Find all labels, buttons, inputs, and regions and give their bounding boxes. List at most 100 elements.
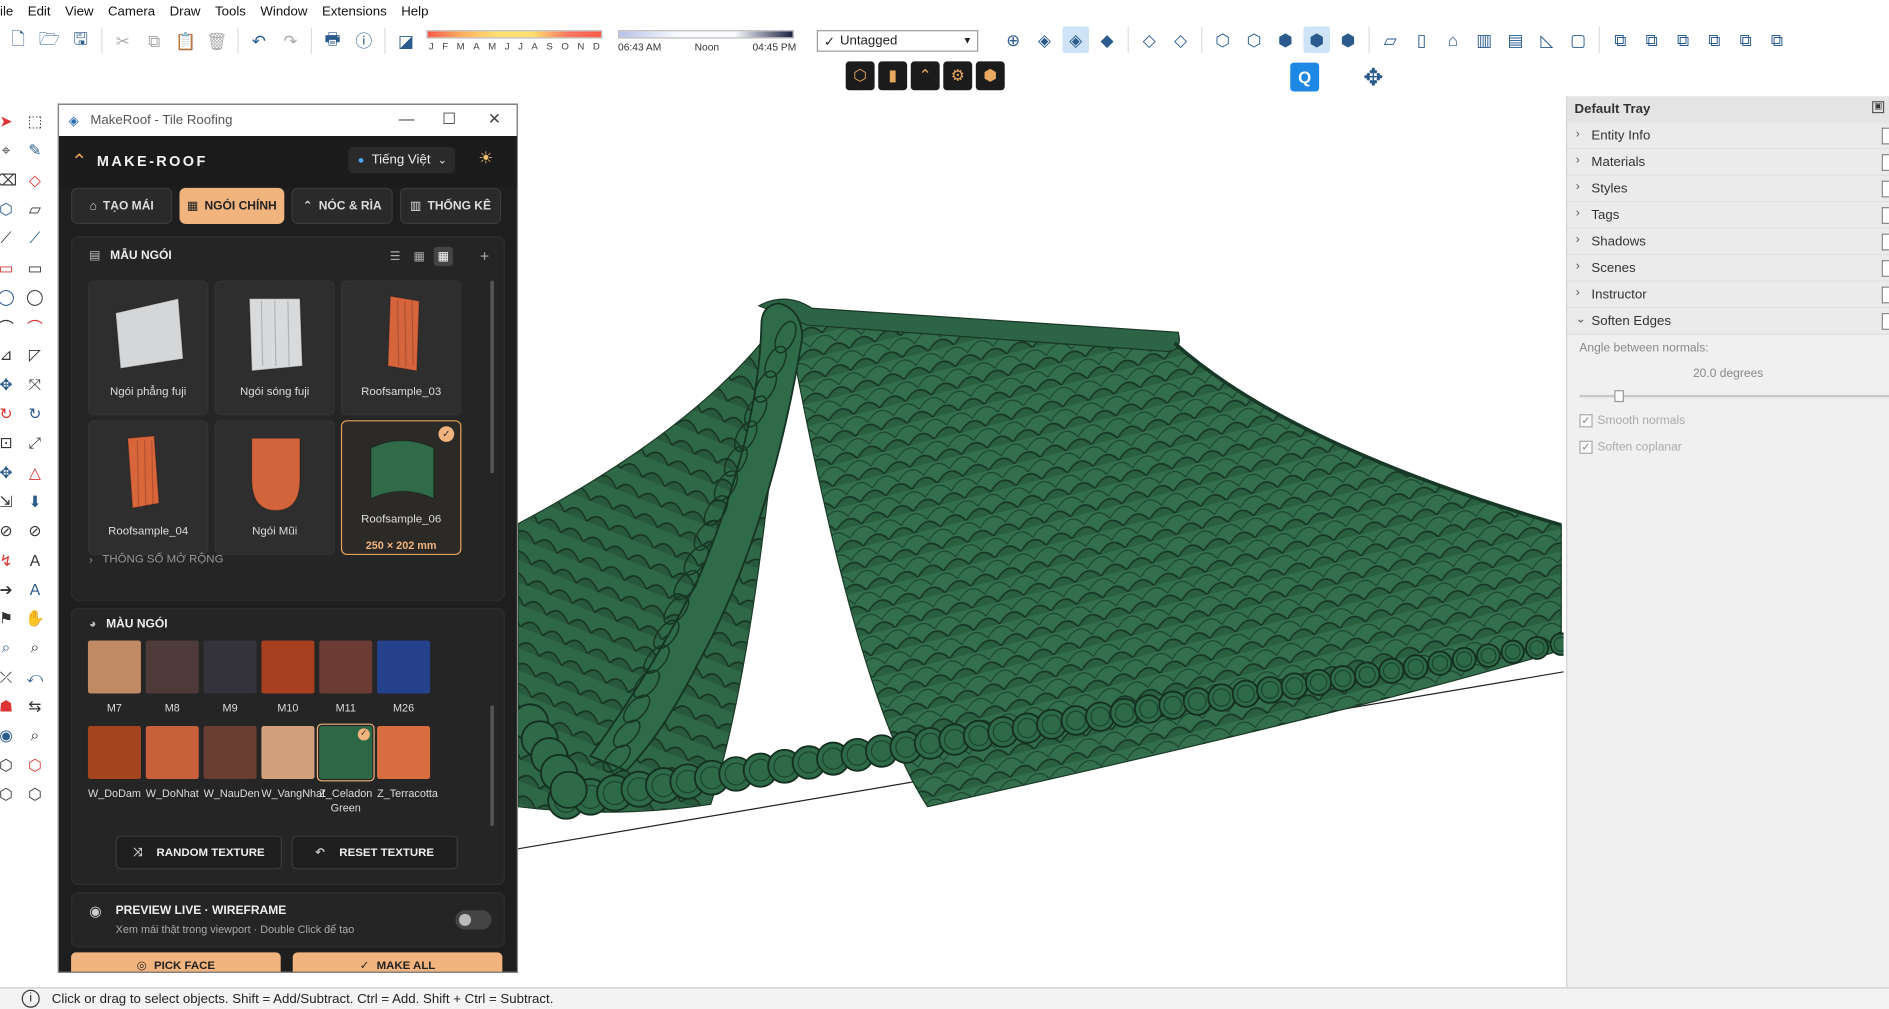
color-swatch-item[interactable]: W_DoNhat <box>145 726 199 811</box>
undo-icon[interactable]: ↶ <box>246 28 273 54</box>
menu-item-camera[interactable]: Camera <box>101 4 163 18</box>
new-file-icon[interactable]: 🗋 <box>5 28 32 54</box>
paste-icon[interactable]: 📋 <box>172 28 199 54</box>
tool-icon[interactable]: ⤫ <box>0 667 17 689</box>
month-slider[interactable]: JFMAMJJASOND <box>426 30 603 54</box>
copy-icon[interactable]: ⧉ <box>141 28 168 54</box>
tool-icon[interactable]: ⬡ <box>0 784 17 806</box>
tool-icon[interactable]: ◸ <box>24 345 46 367</box>
tool-icon[interactable]: ⊘ <box>0 520 17 542</box>
tool-icon[interactable]: ⤺ <box>24 667 46 689</box>
tool-icon[interactable]: ⌫ <box>0 169 17 191</box>
info-icon[interactable]: i <box>21 989 40 1008</box>
tool-icon[interactable]: A <box>24 550 46 572</box>
soften-coplanar-checkbox[interactable]: ✓ Soften coplanar <box>1579 440 1877 454</box>
color-swatch-item[interactable]: M10 <box>261 640 315 726</box>
tool-icon[interactable]: ◯ <box>24 286 46 308</box>
random-texture-button[interactable]: ⤨ RANDOM TEXTURE <box>115 835 282 870</box>
menu-item-edit[interactable]: Edit <box>20 4 57 18</box>
tray-section-tags[interactable]: › Tags <box>1567 202 1889 229</box>
tray-section-scenes[interactable]: › Scenes <box>1567 255 1889 282</box>
color-swatch[interactable] <box>203 640 257 694</box>
color-swatch-item[interactable]: W_VangNhat <box>261 726 325 811</box>
right-view-icon[interactable]: ⬢ <box>1303 26 1330 53</box>
shaded-icon[interactable]: ◇ <box>1167 26 1194 52</box>
menu-item-tools[interactable]: Tools <box>208 4 253 18</box>
tool-icon[interactable]: ⇲ <box>0 491 17 513</box>
tool-icon[interactable]: ◯ <box>0 286 17 308</box>
menu-item-extensions[interactable]: Extensions <box>315 4 394 18</box>
left-view-icon[interactable]: ▱ <box>1377 26 1404 52</box>
layout-icon[interactable]: ▢ <box>1565 26 1592 52</box>
warehouse-icon[interactable]: ▥ <box>1471 26 1498 52</box>
slider-thumb[interactable] <box>1614 390 1625 403</box>
close-tab[interactable] <box>1881 180 1889 198</box>
color-swatch[interactable] <box>87 640 141 694</box>
tool-icon[interactable]: ⌕ <box>24 725 46 747</box>
color-swatch-item[interactable]: M7 <box>87 640 141 726</box>
tool-icon[interactable]: ↻ <box>0 403 17 425</box>
color-swatch-item[interactable]: W_NauDen <box>203 726 260 811</box>
tool-icon[interactable]: ⤢ <box>24 433 46 455</box>
color-swatch-item[interactable]: ✓ Z_Celadon Green <box>316 723 375 814</box>
tab-create-roof[interactable]: ⌂ TẠO MÁI <box>71 187 173 224</box>
close-tab[interactable] <box>1881 154 1889 171</box>
erase-icon[interactable]: 🗑 <box>204 28 231 54</box>
tool-icon[interactable]: ⬚ <box>24 111 46 133</box>
tile-item[interactable]: Ngói Mũi <box>214 420 335 556</box>
color-swatch[interactable] <box>319 640 373 694</box>
tool-icon[interactable]: ⌒ <box>24 316 46 338</box>
tool-icon[interactable]: ⊿ <box>0 345 17 367</box>
cut-icon[interactable]: ✂ <box>110 28 137 54</box>
tool-icon[interactable]: ⬡ <box>0 754 17 776</box>
tile-item[interactable]: Roofsample_06 250 × 202 mm ✓ <box>340 420 462 556</box>
close-tab[interactable] <box>1881 313 1889 330</box>
menu-item-ile[interactable]: ile <box>0 4 20 18</box>
angle-slider[interactable] <box>1579 390 1889 403</box>
close-tab[interactable] <box>1881 233 1889 251</box>
extended-params-toggle[interactable]: › THÔNG SỐ MỞ RỘNG <box>89 553 223 566</box>
scrollbar[interactable] <box>490 280 494 474</box>
color-swatch-item[interactable]: M9 <box>203 640 257 726</box>
menu-item-view[interactable]: View <box>58 4 101 18</box>
tile-item[interactable]: Roofsample_04 <box>87 420 209 556</box>
front-view-icon[interactable]: ⬢ <box>1272 26 1299 52</box>
color-swatch[interactable] <box>145 640 199 694</box>
save-icon[interactable]: 🖫 <box>67 28 94 54</box>
tool-icon[interactable]: ⬡ <box>24 784 46 806</box>
orbit-icon[interactable]: ⊕ <box>1000 26 1027 52</box>
color-swatch[interactable] <box>203 726 257 779</box>
tray-section-materials[interactable]: › Materials <box>1567 149 1889 176</box>
tool-icon[interactable]: ⬡ <box>24 754 46 776</box>
pin-icon[interactable]: ▣ <box>1872 101 1885 114</box>
roof-create-icon[interactable]: ⬡ <box>845 61 875 91</box>
tile-icon[interactable]: ▮ <box>878 61 908 91</box>
close-tab[interactable] <box>1881 286 1889 304</box>
top-view-icon[interactable]: ⬡ <box>1241 26 1268 52</box>
component-icon[interactable]: ▤ <box>1502 26 1529 52</box>
back-edges-icon[interactable]: ◈ <box>1062 26 1090 53</box>
tab-main-tile[interactable]: ▦ NGÓI CHÍNH <box>179 187 285 224</box>
tool-icon[interactable]: A <box>24 579 46 601</box>
xray-icon[interactable]: ◈ <box>1031 26 1058 52</box>
tool-icon[interactable]: ⟋ <box>0 228 17 250</box>
solid-union-icon[interactable]: ⧉ <box>1607 26 1634 52</box>
tile-item[interactable]: Ngói sóng fuji <box>214 280 335 416</box>
tray-section-entity-info[interactable]: › Entity Info <box>1567 122 1889 150</box>
tool-icon[interactable]: ⌒ <box>0 316 17 338</box>
color-swatch-item[interactable]: W_DoDam <box>87 726 141 811</box>
tool-icon[interactable]: ✥ <box>0 374 17 396</box>
scrollbar[interactable] <box>490 705 494 826</box>
tool-icon[interactable]: ⇆ <box>24 696 46 718</box>
q-plugin-icon[interactable]: Q <box>1290 62 1320 92</box>
color-swatch-item[interactable]: M26 <box>377 640 431 726</box>
tool-icon[interactable]: ✥ <box>0 462 17 484</box>
color-swatch-item[interactable]: Z_Terracotta <box>377 726 438 811</box>
move-icon[interactable]: ✥ <box>1359 63 1388 92</box>
tool-icon[interactable]: ✎ <box>24 140 46 162</box>
roof-model[interactable] <box>518 96 1564 987</box>
time-slider[interactable] <box>618 30 794 39</box>
color-swatch[interactable] <box>261 726 315 779</box>
tool-icon[interactable]: ⌕ <box>24 637 46 659</box>
tab-stats[interactable]: ▥ THỐNG KÊ <box>399 187 502 224</box>
